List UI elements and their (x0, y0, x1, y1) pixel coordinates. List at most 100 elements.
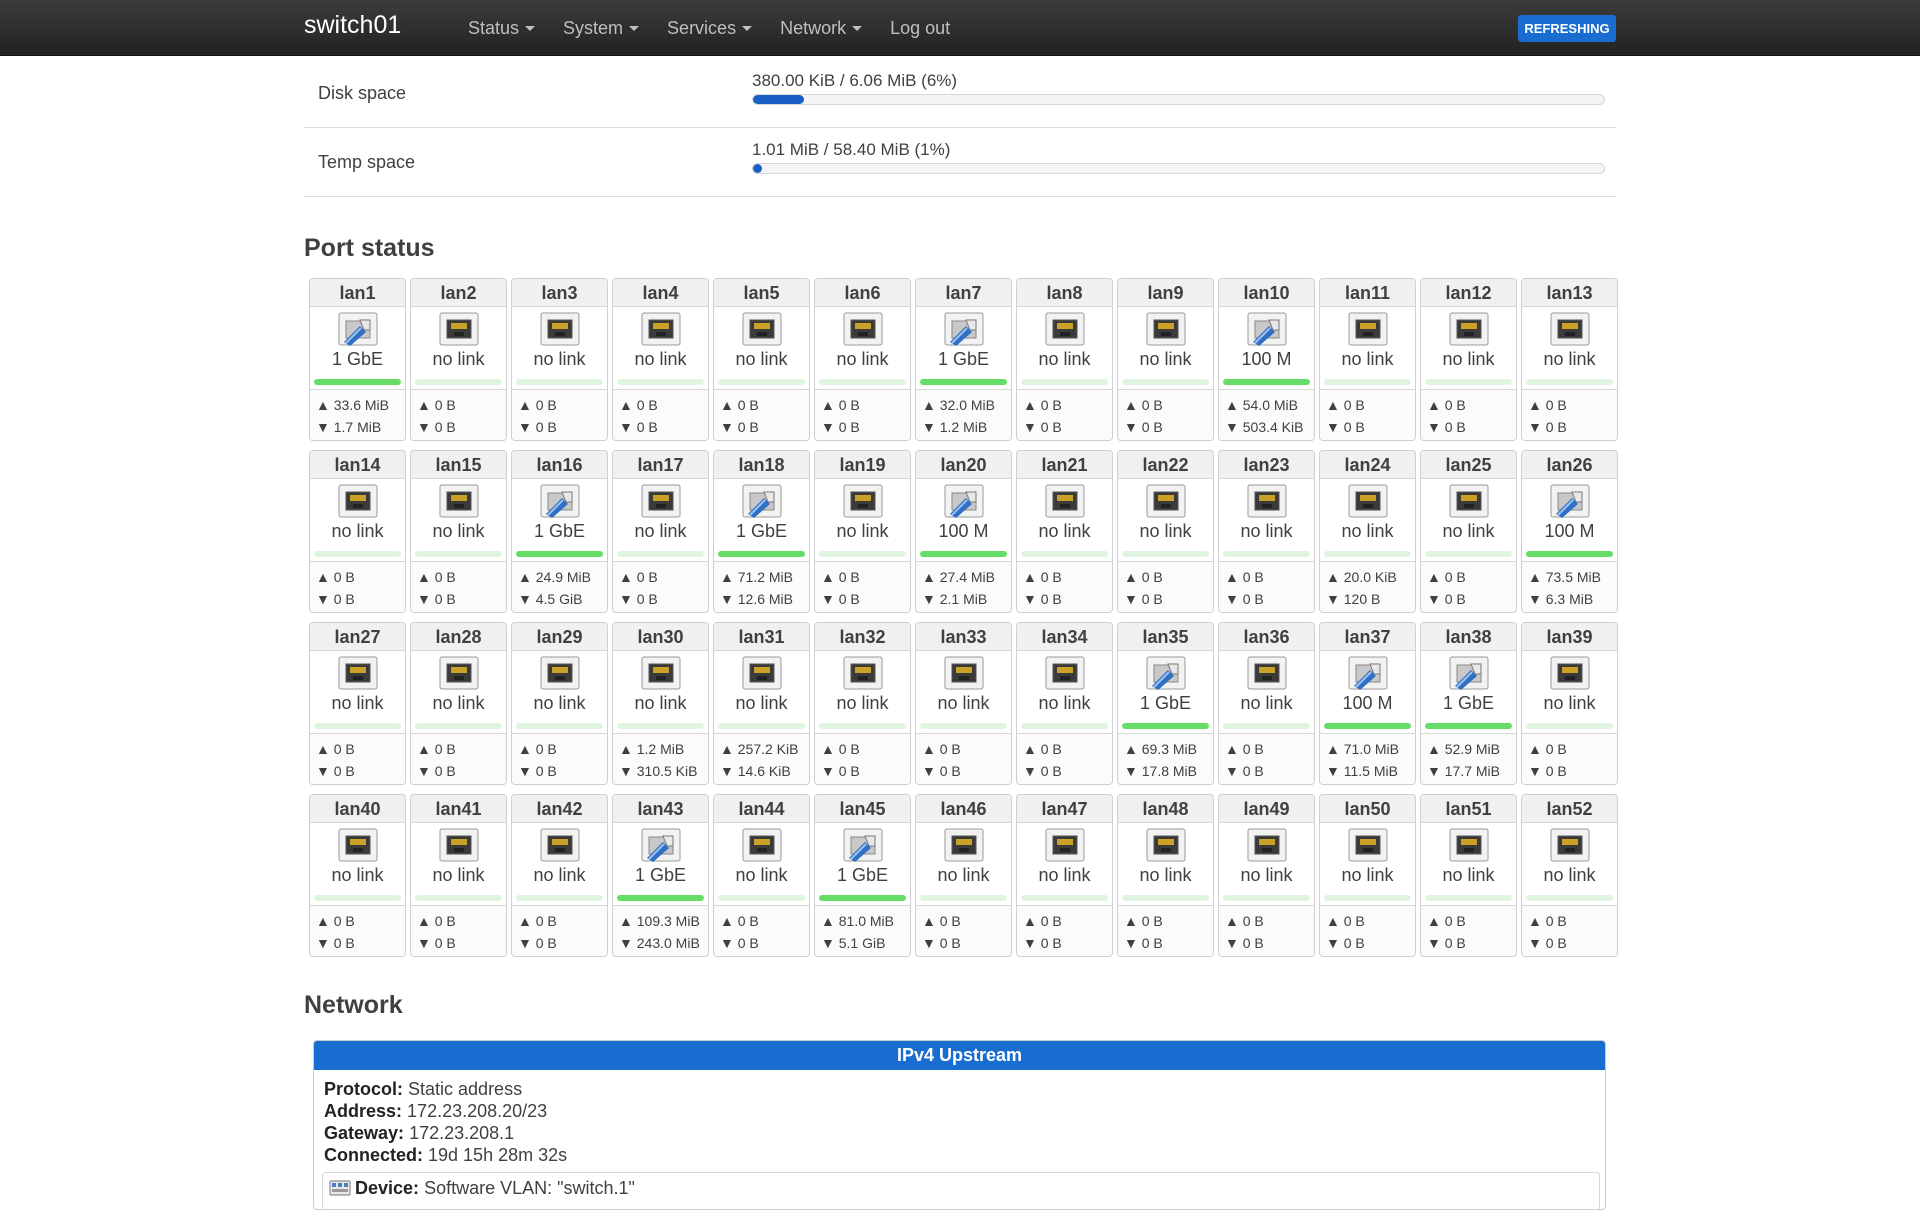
top-navbar: switch01 Status System Services Network … (0, 0, 1920, 56)
port-tx-value: 0 B (636, 397, 658, 413)
arrow-up-icon: ▲ (720, 397, 734, 413)
port-rx: ▼ 0 B (1023, 588, 1112, 610)
port-card-lan48: lan48 no link ▲ 0 B ▼ 0 B (1117, 794, 1214, 957)
port-card-lan50: lan50 no link ▲ 0 B ▼ 0 B (1319, 794, 1416, 957)
port-speed: no link (533, 693, 586, 713)
menu-network[interactable]: Network (766, 0, 876, 56)
port-rx-value: 243.0 MiB (636, 935, 700, 951)
port-tx: ▲ 32.0 MiB (922, 394, 1011, 416)
protocol-field: Protocol: Static address (324, 1078, 1595, 1100)
port-link-indicator (1021, 895, 1108, 901)
port-link-indicator (415, 723, 502, 729)
port-rx-value: 0 B (333, 935, 355, 951)
port-name: lan19 (815, 451, 910, 479)
port-link-indicator (1526, 895, 1613, 901)
disk-space-label: Disk space (318, 83, 407, 103)
arrow-down-icon: ▼ (518, 591, 532, 607)
arrow-down-icon: ▼ (417, 419, 431, 435)
arrow-up-icon: ▲ (1326, 913, 1340, 929)
port-tx: ▲ 24.9 MiB (518, 566, 607, 588)
arrow-down-icon: ▼ (1023, 591, 1037, 607)
port-link-indicator (920, 379, 1007, 385)
port-rx-value: 0 B (1040, 763, 1062, 779)
brand-hostname[interactable]: switch01 (304, 11, 401, 40)
arrow-down-icon: ▼ (417, 935, 431, 951)
port-traffic: ▲ 0 B ▼ 0 B (1320, 389, 1415, 440)
port-name: lan40 (310, 795, 405, 823)
arrow-up-icon: ▲ (1124, 569, 1138, 585)
port-tx-value: 69.3 MiB (1141, 741, 1197, 757)
port-speed: no link (432, 865, 485, 885)
ethernet-port-empty-icon (338, 656, 377, 690)
disk-space-row: Disk space 380.00 KiB / 6.06 MiB (6%) (304, 59, 1616, 128)
arrow-up-icon: ▲ (518, 741, 532, 757)
connected-field: Connected: 19d 15h 28m 32s (324, 1144, 1595, 1166)
arrow-down-icon: ▼ (821, 763, 835, 779)
ethernet-port-empty-icon (1449, 312, 1488, 346)
port-traffic: ▲ 0 B ▼ 0 B (1320, 905, 1415, 956)
ethernet-port-empty-icon (843, 312, 882, 346)
port-rx: ▼ 0 B (417, 588, 506, 610)
port-speed: no link (1240, 693, 1293, 713)
port-tx: ▲ 0 B (316, 738, 405, 760)
port-name: lan9 (1118, 279, 1213, 307)
arrow-down-icon: ▼ (1528, 419, 1542, 435)
port-traffic: ▲ 0 B ▼ 0 B (1017, 905, 1112, 956)
menu-system[interactable]: System (549, 0, 653, 56)
device-label: Device: (355, 1178, 420, 1198)
port-card-lan1: lan1 1 GbE ▲ 33.6 MiB ▼ 1.7 MiB (309, 278, 406, 441)
address-value: 172.23.208.20/23 (407, 1101, 548, 1121)
refreshing-badge[interactable]: REFRESHING (1518, 15, 1616, 42)
port-rx-value: 0 B (1444, 935, 1466, 951)
port-speed: no link (836, 349, 889, 369)
port-rx-value: 0 B (636, 591, 658, 607)
port-tx-value: 27.4 MiB (939, 569, 995, 585)
port-card-lan43: lan43 1 GbE ▲ 109.3 MiB ▼ 243.0 MiB (612, 794, 709, 957)
port-rx: ▼ 0 B (1528, 760, 1617, 782)
menu-services[interactable]: Services (653, 0, 766, 56)
arrow-down-icon: ▼ (1427, 591, 1441, 607)
port-rx: ▼ 4.5 GiB (518, 588, 607, 610)
arrow-down-icon: ▼ (417, 763, 431, 779)
port-rx-value: 0 B (838, 763, 860, 779)
port-card-lan42: lan42 no link ▲ 0 B ▼ 0 B (511, 794, 608, 957)
port-card-lan52: lan52 no link ▲ 0 B ▼ 0 B (1521, 794, 1618, 957)
port-name: lan15 (411, 451, 506, 479)
port-rx: ▼ 11.5 MiB (1326, 760, 1415, 782)
port-rx-value: 0 B (535, 419, 557, 435)
port-traffic: ▲ 0 B ▼ 0 B (815, 733, 910, 784)
port-traffic: ▲ 0 B ▼ 0 B (1118, 561, 1213, 612)
address-field: Address: 172.23.208.20/23 (324, 1100, 1595, 1122)
port-rx: ▼ 17.8 MiB (1124, 760, 1213, 782)
port-name: lan50 (1320, 795, 1415, 823)
port-status-heading: Port status (304, 234, 435, 262)
port-card-lan44: lan44 no link ▲ 0 B ▼ 0 B (713, 794, 810, 957)
port-name: lan17 (613, 451, 708, 479)
port-speed: no link (634, 693, 687, 713)
port-rx: ▼ 0 B (922, 932, 1011, 954)
arrow-up-icon: ▲ (922, 397, 936, 413)
ethernet-port-empty-icon (439, 828, 478, 862)
port-rx-value: 0 B (1545, 935, 1567, 951)
port-link-indicator (1122, 379, 1209, 385)
arrow-down-icon: ▼ (619, 935, 633, 951)
arrow-down-icon: ▼ (1225, 419, 1239, 435)
port-tx-value: 0 B (1444, 397, 1466, 413)
port-rx: ▼ 6.3 MiB (1528, 588, 1617, 610)
port-tx-value: 0 B (838, 569, 860, 585)
port-tx-value: 20.0 KiB (1343, 569, 1397, 585)
port-tx: ▲ 71.0 MiB (1326, 738, 1415, 760)
port-rx-value: 0 B (1040, 419, 1062, 435)
port-rx-value: 0 B (737, 935, 759, 951)
menu-status[interactable]: Status (454, 0, 549, 56)
port-tx-value: 0 B (434, 569, 456, 585)
arrow-down-icon: ▼ (619, 591, 633, 607)
port-link-indicator (1122, 551, 1209, 557)
address-label: Address: (324, 1101, 403, 1121)
arrow-down-icon: ▼ (1124, 763, 1138, 779)
port-name: lan44 (714, 795, 809, 823)
port-name: lan41 (411, 795, 506, 823)
port-tx-value: 71.2 MiB (737, 569, 793, 585)
menu-logout[interactable]: Log out (876, 0, 964, 56)
port-link-indicator (516, 379, 603, 385)
